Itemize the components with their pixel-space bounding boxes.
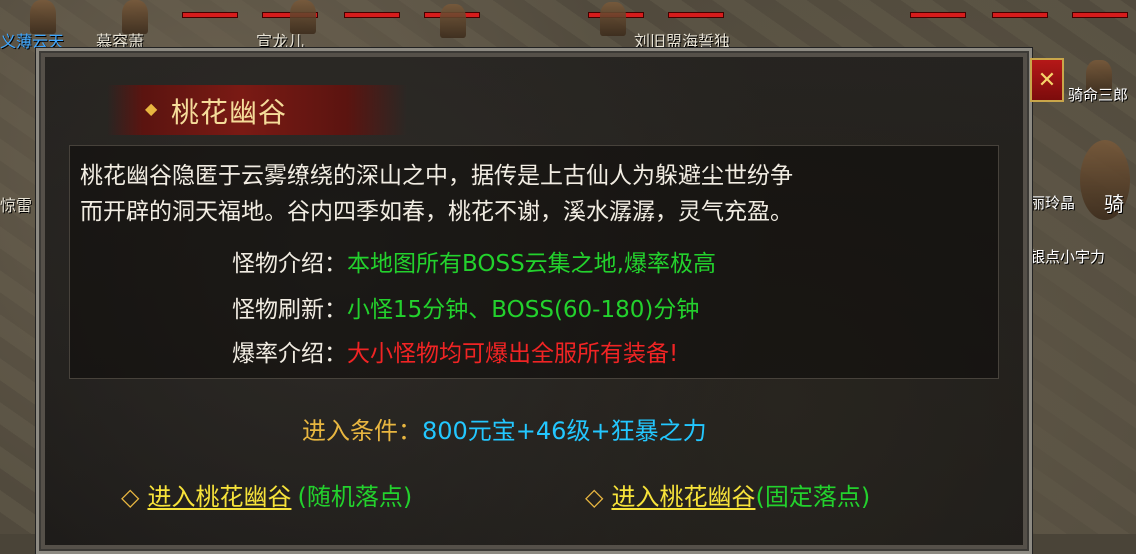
hp-bar [1072,12,1128,18]
info-value: 本地图所有BOSS云集之地,爆率极高 [347,251,716,277]
info-label: 爆率介绍： [232,341,347,367]
player-name[interactable]: 银点小宇力 [1030,246,1105,267]
diamond-bullet-icon: ◇ [585,483,604,511]
dialog-title: 桃花幽谷 [171,96,288,129]
hp-bar [992,12,1048,18]
hp-bar [182,12,238,18]
map-teleport-dialog: ◆ 桃花幽谷 桃花幽谷隐匿于云雾缭绕的深山之中，据传是上古仙人为躲避尘世纷争 而… [36,48,1032,554]
character-sprite [440,4,466,38]
info-row-drop-rate: 爆率介绍：大小怪物均可爆出全服所有装备! [232,334,678,368]
enter-link-text[interactable]: 进入桃花幽谷 [611,483,755,511]
hp-bar [910,12,966,18]
description-line: 桃花幽谷隐匿于云雾缭绕的深山之中，据传是上古仙人为躲避尘世纷争 [80,163,793,189]
description-line: 而开辟的洞天福地。谷内四季如春，桃花不谢，溪水潺潺，灵气充盈。 [80,199,793,225]
link-note: (固定落点) [755,483,871,511]
enter-random-link[interactable]: ◇ 进入桃花幽谷 (随机落点) [121,477,412,512]
title-diamond-icon: ◆ [145,99,158,118]
hp-bar [668,12,724,18]
enter-link-text[interactable]: 进入桃花幽谷 [147,483,291,511]
player-name[interactable]: 骑 [1104,188,1124,217]
description-panel: 桃花幽谷隐匿于云雾缭绕的深山之中，据传是上古仙人为躲避尘世纷争 而开辟的洞天福地… [69,145,999,379]
close-button[interactable]: ✕ [1030,58,1064,102]
info-label: 怪物介绍： [232,251,347,277]
character-sprite [600,2,626,36]
player-name[interactable]: 丽玲晶 [1030,192,1075,213]
diamond-bullet-icon: ◇ [121,483,140,511]
info-value: 大小怪物均可爆出全服所有装备! [347,341,679,367]
player-name[interactable]: 骑命三郎 [1068,84,1128,105]
entry-condition: 进入条件：800元宝+46级+狂暴之力 [302,411,707,446]
player-name[interactable]: 惊雷 [0,192,32,216]
condition-label: 进入条件： [302,417,422,445]
enter-fixed-link[interactable]: ◇ 进入桃花幽谷(固定落点) [585,477,870,512]
info-row-monster-intro: 怪物介绍：本地图所有BOSS云集之地,爆率极高 [232,244,716,278]
info-value: 小怪15分钟、BOSS(60-180)分钟 [347,297,700,323]
info-label: 怪物刷新： [232,297,347,323]
hp-bar [344,12,400,18]
condition-value: 800元宝+46级+狂暴之力 [422,417,707,445]
link-note: (随机落点) [297,483,413,511]
info-row-monster-refresh: 怪物刷新：小怪15分钟、BOSS(60-180)分钟 [232,290,699,324]
